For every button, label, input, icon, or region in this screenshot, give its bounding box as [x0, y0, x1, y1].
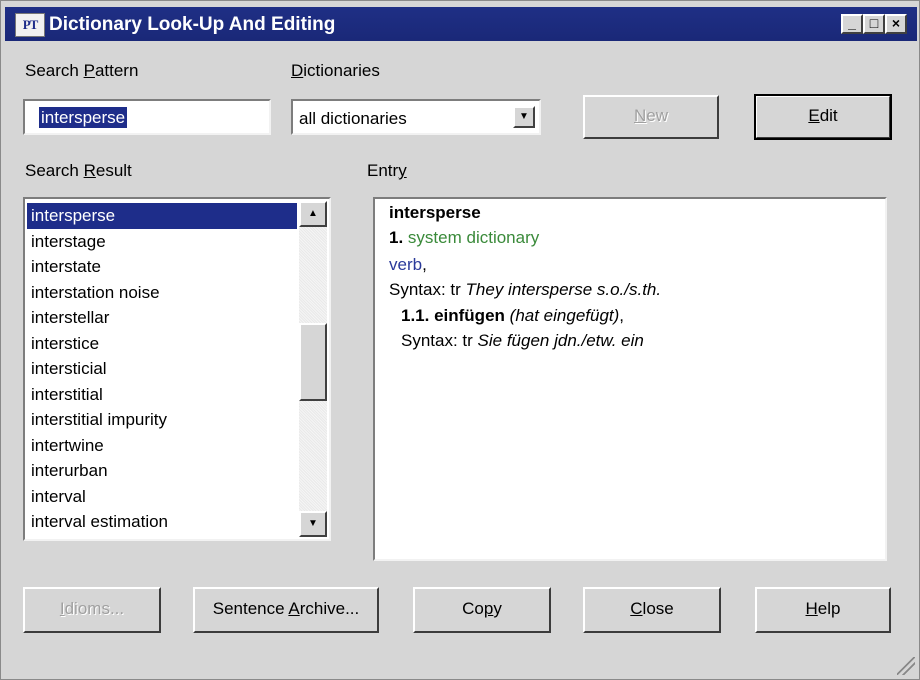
window-title: Dictionary Look-Up And Editing: [49, 14, 336, 35]
sentence-archive-button[interactable]: Sentence Archive...: [193, 587, 379, 633]
search-result-label: Search Result: [25, 161, 132, 180]
search-result-list[interactable]: intersperse interstage interstate interstat…: [23, 197, 331, 541]
resize-grip-icon[interactable]: [897, 657, 915, 675]
search-result-item[interactable]: interstice: [27, 331, 297, 357]
help-button[interactable]: Help: [755, 587, 891, 633]
entry-pos: verb,: [389, 255, 427, 274]
search-result-item[interactable]: interstellar: [27, 305, 297, 331]
dictionaries-selected-value: all dictionaries: [299, 109, 407, 128]
edit-button[interactable]: Edit: [754, 94, 892, 140]
entry-syntax: Syntax: tr They intersperse s.o./s.th.: [389, 280, 662, 299]
dictionary-window: PT Dictionary Look-Up And Editing _ □ × …: [0, 0, 920, 680]
dropdown-arrow-icon[interactable]: ▼: [513, 106, 535, 128]
maximize-button[interactable]: □: [863, 14, 885, 34]
close-button[interactable]: Close: [583, 587, 721, 633]
search-pattern-input[interactable]: intersperse: [23, 99, 271, 135]
close-window-button[interactable]: ×: [885, 14, 907, 34]
entry-headword: intersperse: [389, 203, 481, 222]
dictionaries-label: Dictionaries: [291, 61, 380, 80]
search-result-items: intersperse interstage interstate interstat…: [27, 203, 297, 535]
search-result-item[interactable]: intersticial: [27, 356, 297, 382]
entry-panel[interactable]: intersperse 1. system dictionary verb, S…: [373, 197, 887, 561]
search-result-item[interactable]: intertwine: [27, 433, 297, 459]
search-result-item[interactable]: interval: [27, 484, 297, 510]
app-icon: PT: [15, 13, 45, 37]
entry-translation: 1.1. einfügen (hat eingefügt),: [401, 306, 625, 325]
search-result-item[interactable]: interstate: [27, 254, 297, 280]
search-pattern-value: intersperse: [39, 107, 128, 128]
search-pattern-label: Search Pattern: [25, 61, 139, 80]
entry-syntax-translation: Syntax: tr Sie fügen jdn./etw. ein: [401, 331, 644, 350]
title-bar[interactable]: PT Dictionary Look-Up And Editing _ □ ×: [5, 7, 917, 41]
scroll-up-icon[interactable]: ▲: [299, 201, 327, 227]
copy-button[interactable]: Copy: [413, 587, 551, 633]
dictionaries-select[interactable]: all dictionaries ▼: [291, 99, 541, 135]
search-result-item[interactable]: interstage: [27, 229, 297, 255]
search-result-item[interactable]: intersperse: [27, 203, 297, 229]
search-result-item[interactable]: interstitial: [27, 382, 297, 408]
search-result-item[interactable]: interval estimation: [27, 509, 297, 535]
search-result-item[interactable]: interstitial impurity: [27, 407, 297, 433]
search-result-item[interactable]: interstation noise: [27, 280, 297, 306]
list-scrollbar[interactable]: ▲ ▼: [299, 201, 327, 537]
entry-label: Entry: [367, 161, 407, 180]
entry-source: system dictionary: [407, 228, 540, 247]
scroll-thumb[interactable]: [299, 323, 327, 401]
new-button[interactable]: New: [583, 95, 719, 139]
minimize-button[interactable]: _: [841, 14, 863, 34]
idioms-button[interactable]: Idioms...: [23, 587, 161, 633]
scroll-down-icon[interactable]: ▼: [299, 511, 327, 537]
search-result-item[interactable]: interurban: [27, 458, 297, 484]
entry-sense: 1. system dictionary: [389, 228, 540, 247]
